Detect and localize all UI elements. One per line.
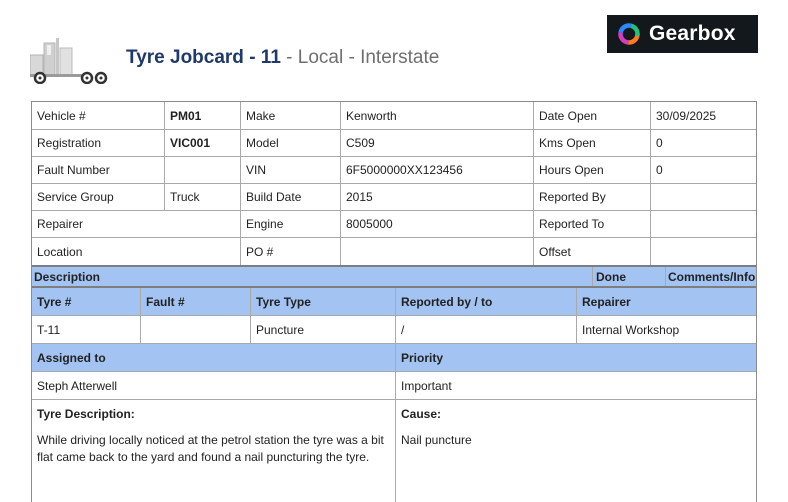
build-date-value: 2015 <box>340 184 533 210</box>
model-label: Model <box>240 130 340 156</box>
vehicle-value: PM01 <box>164 102 240 129</box>
tyre-description-block: Tyre Description: While driving locally … <box>32 400 395 502</box>
fault-number-label: Fault Number <box>37 163 110 177</box>
truck-icon <box>30 38 108 84</box>
po-value <box>340 238 533 265</box>
service-group-row: Service Group Truck Build Date 2015 Repo… <box>32 184 756 211</box>
cause-text: Nail puncture <box>401 433 472 447</box>
gearbox-ring-icon <box>618 23 640 45</box>
reported-by-to-cell: / <box>395 316 576 343</box>
table-row: T-11 Puncture / Internal Workshop <box>32 316 756 344</box>
assigned-to-value: Steph Atterwell <box>37 378 118 393</box>
registration-label: Registration <box>37 136 102 150</box>
reported-by-label: Reported By <box>533 184 650 210</box>
tyre-number-cell: T-11 <box>37 322 61 337</box>
make-value: Kenworth <box>340 102 533 129</box>
kms-open-value: 0 <box>650 130 757 156</box>
done-label: Done <box>592 267 665 286</box>
cause-label: Cause: <box>401 407 442 421</box>
logo-text: Gearbox <box>649 22 736 45</box>
tyre-description-label: Tyre Description: <box>37 407 135 421</box>
priority-value: Important <box>395 372 757 399</box>
vehicle-row: Vehicle # PM01 Make Kenworth Date Open 3… <box>32 102 756 130</box>
po-label: PO # <box>240 238 340 265</box>
reported-to-label: Reported To <box>533 211 650 237</box>
engine-value: 8005000 <box>340 211 533 237</box>
description-label: Description <box>34 269 101 284</box>
gearbox-logo: Gearbox <box>607 15 758 53</box>
vin-label: VIN <box>240 157 340 183</box>
kms-open-label: Kms Open <box>533 130 650 156</box>
date-open-label: Date Open <box>533 102 650 129</box>
fault-number-cell <box>140 316 250 343</box>
reported-to-value <box>650 211 757 237</box>
repairer-cell: Internal Workshop <box>576 316 757 343</box>
repairer-value <box>164 211 240 237</box>
jobcard-title: Tyre Jobcard - 11 <box>126 47 281 68</box>
location-value <box>164 238 240 265</box>
jobcard-document: Vehicle # PM01 Make Kenworth Date Open 3… <box>31 101 757 502</box>
page-title: Tyre Jobcard - 11 - Local - Interstate <box>126 47 439 69</box>
jobcard-subtitle: - Local - Interstate <box>280 47 440 68</box>
hours-open-label: Hours Open <box>533 157 650 183</box>
vin-value: 6F5000000XX123456 <box>340 157 533 183</box>
comments-label: Comments/Info <box>665 267 757 286</box>
reported-by-value <box>650 184 757 210</box>
registration-row: Registration VIC001 Model C509 Kms Open … <box>32 130 756 157</box>
tyre-description-text: While driving locally noticed at the pet… <box>37 433 384 464</box>
cause-block: Cause: Nail puncture <box>395 400 757 502</box>
registration-value: VIC001 <box>164 130 240 156</box>
tyre-type-cell: Puncture <box>250 316 395 343</box>
model-value: C509 <box>340 130 533 156</box>
offset-value <box>650 238 757 265</box>
tyre-number-header: Tyre # <box>37 294 72 309</box>
reported-by-to-header: Reported by / to <box>395 288 576 315</box>
fault-number-header: Fault # <box>140 288 250 315</box>
tyre-table-header: Tyre # Fault # Tyre Type Reported by / t… <box>32 288 756 316</box>
build-date-label: Build Date <box>240 184 340 210</box>
assignment-row: Steph Atterwell Important <box>32 372 756 400</box>
offset-label: Offset <box>533 238 650 265</box>
location-label: Location <box>37 244 83 259</box>
priority-label: Priority <box>395 344 757 371</box>
details-section: Tyre Description: While driving locally … <box>32 400 756 502</box>
engine-label: Engine <box>240 211 340 237</box>
service-group-label: Service Group <box>37 190 114 204</box>
repairer-row: Repairer Engine 8005000 Reported To <box>32 211 756 238</box>
vehicle-label: Vehicle # <box>37 108 86 123</box>
location-row: Location PO # Offset <box>32 238 756 265</box>
date-open-value: 30/09/2025 <box>650 102 757 129</box>
make-label: Make <box>240 102 340 129</box>
tyre-type-header: Tyre Type <box>250 288 395 315</box>
service-group-value: Truck <box>164 184 240 210</box>
assignment-header: Assigned to Priority <box>32 344 756 372</box>
fault-row: Fault Number VIN 6F5000000XX123456 Hours… <box>32 157 756 184</box>
hours-open-value: 0 <box>650 157 757 183</box>
repairer-header: Repairer <box>576 288 757 315</box>
description-header: Description Done Comments/Info <box>32 265 756 288</box>
assigned-to-label: Assigned to <box>37 350 106 365</box>
fault-number-value <box>164 157 240 183</box>
